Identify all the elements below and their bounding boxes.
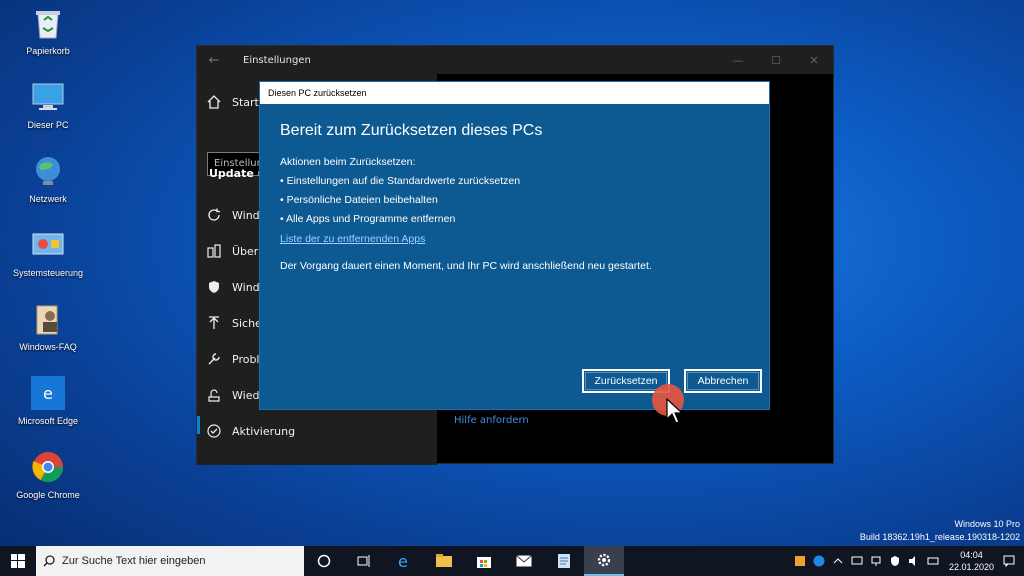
tray-app-icon[interactable] [793,554,807,568]
watermark-edition: Windows 10 Pro [954,519,1020,529]
volume-icon[interactable] [907,554,921,568]
desktop-icon-windows-faq[interactable]: Windows-FAQ [8,300,88,368]
refresh-icon [205,206,223,224]
edge-taskbar-icon[interactable]: e [384,546,424,576]
desktop-icon-label: Microsoft Edge [17,416,79,426]
desktop-icon-label: Windows-FAQ [19,342,77,352]
desktop-icon-control-panel[interactable]: Systemsteuerung [8,226,88,294]
edge-icon: e [29,374,67,412]
system-tray: 04:04 22.01.2020 [793,546,1024,576]
settings-gear-icon[interactable] [584,546,624,576]
notification-icon[interactable] [1002,554,1016,568]
desktop-icon-recycle-bin[interactable]: Papierkorb [8,4,88,72]
close-button[interactable]: ✕ [795,46,833,74]
svg-text:e: e [398,553,408,569]
task-view-icon[interactable] [344,546,384,576]
desktop-icon-label: Google Chrome [16,490,80,500]
help-link[interactable]: Hilfe anfordern [454,415,529,426]
file-explorer-icon[interactable] [424,546,464,576]
settings-titlebar: ← Einstellungen — ☐ ✕ [197,46,833,74]
sidebar-item-activation[interactable]: Aktivierung [205,421,295,441]
teamviewer-icon[interactable] [812,554,826,568]
watermark-build: Build 18362.19h1_release.190318-1202 [859,532,1020,542]
app-list-link[interactable]: Liste der zu entfernenden Apps [280,233,425,245]
settings-title: Einstellungen [243,54,311,66]
desktop-icon-label: Papierkorb [26,46,70,56]
desktop-icon-label: Systemsteuerung [12,268,84,278]
sidebar-item-recovery[interactable]: Wiede [205,385,266,405]
cancel-button[interactable]: Abbrechen [684,369,762,393]
sidebar-item-troubleshoot[interactable]: Proble [205,349,266,369]
desktop-icon-network[interactable]: Netzwerk [8,152,88,220]
sidebar-item-windows-security[interactable]: Windo [205,277,266,297]
network-icon [29,152,67,190]
recovery-icon [205,386,223,404]
search-icon [36,555,62,567]
taskbar: Zur Suche Text hier eingeben e 04:04 22.… [0,546,1024,576]
sidebar-item-windows-update[interactable]: Windo [205,205,266,225]
wrench-icon [205,350,223,368]
delivery-icon [205,242,223,260]
shield-icon [205,278,223,296]
restart-note: Der Vorgang dauert einen Moment, und Ihr… [280,260,652,272]
action-item: • Alle Apps und Programme entfernen [280,213,456,225]
clock-time: 04:04 [960,550,983,560]
back-arrow-icon[interactable]: ← [197,53,231,68]
control-panel-icon [29,226,67,264]
mail-icon[interactable] [504,546,544,576]
cortana-icon[interactable] [304,546,344,576]
sidebar-item-label: Aktivierung [232,424,296,438]
keyboard-icon[interactable] [926,554,940,568]
desktop-icon-label: Dieser PC [27,120,69,130]
backup-icon [205,314,223,332]
recycle-bin-icon [29,4,67,42]
clock[interactable]: 04:04 22.01.2020 [949,549,994,573]
user-file-icon [29,300,67,338]
desktop-icon-this-pc[interactable]: Dieser PC [8,78,88,146]
sidebar-item-backup[interactable]: Sicher [205,313,266,333]
svg-text:e: e [43,384,53,403]
chevron-up-icon[interactable] [831,554,845,568]
dialog-heading: Bereit zum Zurücksetzen dieses PCs [280,122,543,139]
taskbar-search-input[interactable]: Zur Suche Text hier eingeben [36,546,304,576]
search-placeholder: Zur Suche Text hier eingeben [62,555,206,567]
reset-pc-dialog: Diesen PC zurücksetzen Bereit zum Zurück… [259,81,770,410]
minimize-button[interactable]: — [719,46,757,74]
check-circle-icon [205,422,223,440]
desktop-icon-label: Netzwerk [29,194,67,204]
home-icon [205,93,223,111]
windows-logo-icon [11,554,25,568]
monitor-icon[interactable] [850,554,864,568]
action-item: • Einstellungen auf die Standardwerte zu… [280,175,521,187]
desktop-icon-edge[interactable]: e Microsoft Edge [8,374,88,442]
sidebar-item-delivery[interactable]: Übern [205,241,265,261]
computer-icon [29,78,67,116]
notepad-icon[interactable] [544,546,584,576]
start-button[interactable] [0,546,36,576]
desktop-icon-chrome[interactable]: Google Chrome [8,448,88,516]
selected-indicator [197,416,200,434]
maximize-button[interactable]: ☐ [757,46,795,74]
actions-label: Aktionen beim Zurücksetzen: [280,156,416,168]
store-icon[interactable] [464,546,504,576]
dialog-title: Diesen PC zurücksetzen [260,82,769,104]
mouse-cursor-icon [666,398,684,424]
action-item: • Persönliche Dateien beibehalten [280,194,438,206]
chrome-icon [29,448,67,486]
shield-tray-icon[interactable] [888,554,902,568]
clock-date: 22.01.2020 [948,562,994,572]
network-tray-icon[interactable] [869,554,883,568]
